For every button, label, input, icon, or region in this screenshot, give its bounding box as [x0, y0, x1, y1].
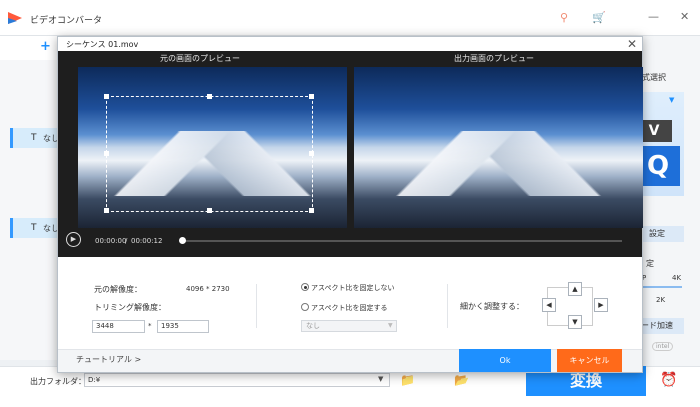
crop-handle[interactable] — [309, 94, 314, 99]
crop-handle[interactable] — [104, 208, 109, 213]
crop-handle[interactable] — [207, 94, 212, 99]
arrow-left-button[interactable]: ◀ — [542, 298, 556, 312]
app-logo-icon — [8, 12, 22, 24]
dialog-footer — [58, 349, 642, 372]
subtitle-icon: T — [31, 223, 37, 233]
app-title: ビデオコンバータ — [30, 16, 103, 26]
resolution-label: 定 — [646, 259, 654, 268]
open-folder-icon[interactable]: 📂 — [454, 373, 469, 387]
crop-handle[interactable] — [309, 208, 314, 213]
add-file-button[interactable]: + — [40, 39, 51, 54]
file-list-strip — [0, 60, 60, 360]
quality-high: 4K — [672, 274, 682, 282]
chevron-down-icon: ▼ — [388, 322, 393, 329]
trim-height-input[interactable]: 1935 — [157, 320, 209, 333]
timeline-handle[interactable] — [179, 237, 186, 244]
divider — [447, 284, 448, 328]
minimize-icon[interactable]: — — [648, 10, 659, 23]
aspect-ratio-select: なし — [301, 320, 397, 332]
intel-badge: intel — [652, 342, 674, 351]
subtitle-icon: T — [31, 133, 37, 143]
key-icon[interactable]: ⚲ — [560, 11, 568, 24]
close-window-icon[interactable]: ✕ — [680, 10, 689, 23]
trim-resolution-label: トリミング解像度： — [94, 303, 166, 312]
subtitle-select[interactable]: T なし — [10, 218, 60, 238]
mountain-image — [354, 131, 643, 196]
arrow-right-button[interactable]: ▶ — [594, 298, 608, 312]
cart-icon[interactable]: 🛒 — [592, 11, 606, 24]
ok-button[interactable]: Ok — [459, 349, 551, 372]
fine-adjust-label: 細かく調整する： — [460, 302, 524, 311]
current-time: 00:00:00 — [95, 237, 127, 245]
output-folder-field[interactable]: D:¥ — [84, 373, 390, 387]
arrow-down-button[interactable]: ▼ — [568, 315, 582, 329]
dialog-title: シーケンス 01.mov — [66, 40, 139, 49]
aspect-fixed-label[interactable]: アスペクト比を固定する — [311, 303, 388, 313]
tutorial-link[interactable]: チュートリアル > — [76, 354, 141, 365]
format-select-label: 式選択 — [642, 73, 666, 82]
aspect-free-radio[interactable] — [301, 283, 309, 291]
output-preview-title: 出力画面のプレビュー — [454, 54, 534, 63]
divider — [256, 284, 257, 328]
chevron-down-icon[interactable]: ▼ — [669, 96, 674, 104]
timeline-track[interactable] — [182, 240, 622, 242]
play-button[interactable]: ▶ — [66, 232, 81, 247]
quality-value: 2K — [656, 296, 666, 304]
orig-resolution-value: 4096 * 2730 — [186, 285, 230, 293]
aspect-free-label[interactable]: アスペクト比を固定しない — [311, 283, 395, 293]
crop-handle[interactable] — [104, 94, 109, 99]
output-preview-image — [354, 67, 643, 228]
orig-resolution-label: 元の解像度： — [94, 285, 142, 294]
close-icon[interactable]: ✕ — [627, 37, 637, 51]
cancel-button[interactable]: キャンセル — [557, 349, 622, 372]
crop-handle[interactable] — [104, 151, 109, 156]
times-symbol: * — [148, 322, 152, 330]
time-separator: / — [125, 237, 128, 245]
aspect-fixed-radio[interactable] — [301, 303, 309, 311]
subtitle-select[interactable]: T なし — [10, 128, 60, 148]
crop-selection[interactable] — [104, 94, 314, 213]
source-preview-title: 元の画面のプレビュー — [160, 54, 240, 63]
crop-handle[interactable] — [309, 151, 314, 156]
crop-handle[interactable] — [207, 208, 212, 213]
total-time: 00:00:12 — [131, 237, 163, 245]
output-folder-label: 出力フォルダ： — [30, 377, 86, 386]
alarm-icon[interactable]: ⏰ — [660, 372, 677, 388]
trim-width-input[interactable]: 3448 — [92, 320, 145, 333]
add-file-row — [0, 36, 60, 60]
arrow-up-button[interactable]: ▲ — [568, 282, 582, 296]
folder-icon[interactable]: 📁 — [400, 373, 415, 387]
chevron-down-icon[interactable]: ▼ — [378, 375, 383, 383]
